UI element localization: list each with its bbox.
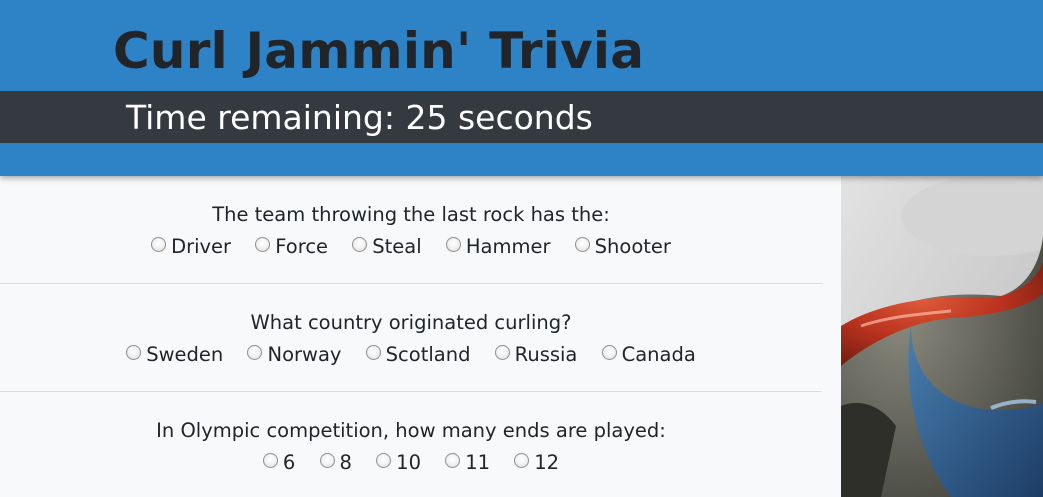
answer-option[interactable]: 6 [262,450,296,474]
answer-label: 10 [396,450,421,474]
question-3: In Olympic competition, how many ends ar… [0,392,822,497]
timer-bar: Time remaining: 25 seconds [0,91,1043,143]
question-text: What country originated curling? [250,311,572,334]
radio-button[interactable] [494,344,510,360]
radio-button[interactable] [376,452,392,468]
answer-options: Driver Force Steal Hammer Shooter [0,233,822,258]
radio-button[interactable] [574,236,590,252]
radio-button[interactable] [151,236,167,252]
answer-option[interactable]: Norway [247,342,341,366]
answer-option[interactable]: Force [255,234,328,258]
answer-option[interactable]: Canada [601,342,696,366]
radio-button[interactable] [247,344,263,360]
answer-option[interactable]: Russia [494,342,578,366]
answer-label: Sweden [146,342,224,366]
answer-label: Canada [621,342,696,366]
answer-option[interactable]: Shooter [574,234,671,258]
answer-option[interactable]: Driver [151,234,231,258]
answer-label: Scotland [385,342,471,366]
question-1: The team throwing the last rock has the:… [0,176,822,284]
radio-button[interactable] [126,344,142,360]
radio-button[interactable] [445,236,461,252]
answer-label: 8 [339,450,352,474]
answer-label: Norway [267,342,342,366]
answer-label: Russia [514,342,578,366]
answer-label: 12 [534,450,560,474]
answer-label: Steal [372,234,422,258]
answer-options: Sweden Norway Scotland Russia Canada [0,341,822,366]
answer-option[interactable]: Hammer [445,234,551,258]
radio-button[interactable] [352,236,368,252]
radio-button[interactable] [601,344,617,360]
radio-button[interactable] [445,452,461,468]
answer-label: Force [275,234,329,258]
radio-button[interactable] [262,452,278,468]
radio-button[interactable] [319,452,335,468]
answer-option[interactable]: Steal [352,234,422,258]
curling-stone-image [841,176,1043,497]
answer-label: Hammer [465,234,551,258]
header: Curl Jammin' Trivia Time remaining: 25 s… [0,0,1043,176]
answer-option[interactable]: Scotland [365,342,471,366]
answer-option[interactable]: 8 [319,450,352,474]
answer-label: 6 [282,450,296,474]
question-text: In Olympic competition, how many ends ar… [156,419,666,442]
question-2: What country originated curling? Sweden … [0,284,822,392]
radio-button[interactable] [255,236,271,252]
radio-button[interactable] [514,452,530,468]
answer-label: 11 [465,450,491,474]
answer-option[interactable]: 11 [445,450,490,474]
quiz-form: The team throwing the last rock has the:… [0,176,822,497]
trivia-page: Curl Jammin' Trivia Time remaining: 25 s… [0,0,1043,497]
curling-stone-illustration [841,176,1043,497]
question-text: The team throwing the last rock has the: [212,203,610,226]
answer-options: 6 8 10 11 12 [0,449,822,474]
answer-label: Driver [171,234,232,258]
timer-text: Time remaining: 25 seconds [126,98,593,137]
answer-option[interactable]: Sweden [126,342,223,366]
radio-button[interactable] [365,344,381,360]
answer-option[interactable]: 10 [376,450,421,474]
answer-option[interactable]: 12 [514,450,559,474]
page-title: Curl Jammin' Trivia [113,22,645,80]
answer-label: Shooter [594,234,671,258]
